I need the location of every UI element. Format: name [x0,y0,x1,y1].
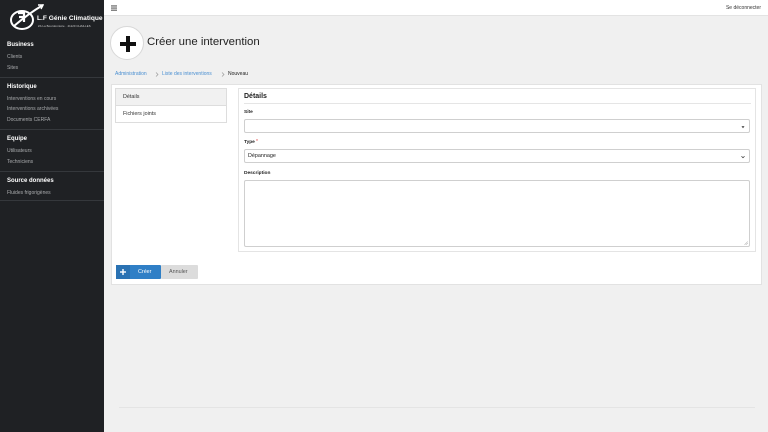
chevron-right-icon [221,72,225,77]
required-marker: * [256,139,258,145]
nav-section-equipe: Equipe [7,136,28,142]
page-header-icon [110,26,144,60]
nav-divider [0,77,104,78]
brand-logo[interactable]: L.F Génie Climatique ZA La Bourdonnière … [8,4,103,32]
tab-fichiers-joints[interactable]: Fichiers joints [116,106,226,123]
sidebar-item-clients[interactable]: Clients [7,54,22,60]
chevron-right-icon [155,72,159,77]
nav-divider [0,171,104,172]
sidebar-item-sites[interactable]: Sites [7,65,18,71]
description-textarea[interactable] [244,180,750,247]
nav-section-historique: Historique [7,84,37,90]
brand-name: L.F Génie Climatique [37,15,103,22]
description-label: Description [244,171,271,176]
sidebar-item-fluides-frigorigenes[interactable]: Fluides frigorigènes [7,190,51,196]
tab-details[interactable]: Détails [116,89,226,106]
page-title: Créer une intervention [147,36,260,48]
sidebar: L.F Génie Climatique ZA La Bourdonnière … [0,0,104,432]
caret-down-icon [741,126,745,129]
site-label: Site [244,110,253,115]
plus-icon [120,36,136,52]
breadcrumb-liste-interventions[interactable]: Liste des interventions [162,71,212,77]
sidebar-item-utilisateurs[interactable]: Utilisateurs [7,148,32,154]
type-select-value: Dépannage [248,153,276,159]
type-label: Type [244,140,255,145]
sidebar-item-interventions-en-cours[interactable]: Interventions en cours [7,96,56,102]
type-select[interactable]: Dépannage [244,149,750,163]
nav-section-business: Business [7,42,34,48]
plus-icon [120,269,126,275]
sidebar-item-techniciens[interactable]: Techniciens [7,159,33,165]
cancel-button-label: Annuler [169,269,188,275]
breadcrumb-administration[interactable]: Administration [115,71,147,77]
panel-divider [244,103,751,104]
chevron-down-icon [741,155,745,159]
breadcrumb-current: Nouveau [228,71,249,77]
nav-section-source-donnees: Source données [7,178,54,184]
footer-divider [119,407,755,408]
panel-title: Détails [244,93,267,100]
create-button-icon-area [116,265,130,279]
sidebar-item-interventions-archivees[interactable]: Interventions archivées [7,106,58,112]
hamburger-icon[interactable] [111,5,117,11]
create-button[interactable]: Créer [116,265,161,279]
top-bar: Se déconnecter [104,0,768,16]
create-button-label: Créer [138,269,152,275]
brand-address: ZA La Bourdonnière · 41120 CHAILLES [38,24,91,28]
nav-divider [0,129,104,130]
site-select[interactable] [244,119,750,133]
resize-handle-icon[interactable] [744,241,748,245]
sidebar-item-documents-cerfa[interactable]: Documents CERFA [7,117,50,123]
nav-divider [0,200,104,201]
logout-link[interactable]: Se déconnecter [726,5,761,11]
tab-list: Détails Fichiers joints [115,88,227,123]
cancel-button[interactable]: Annuler [161,265,198,279]
